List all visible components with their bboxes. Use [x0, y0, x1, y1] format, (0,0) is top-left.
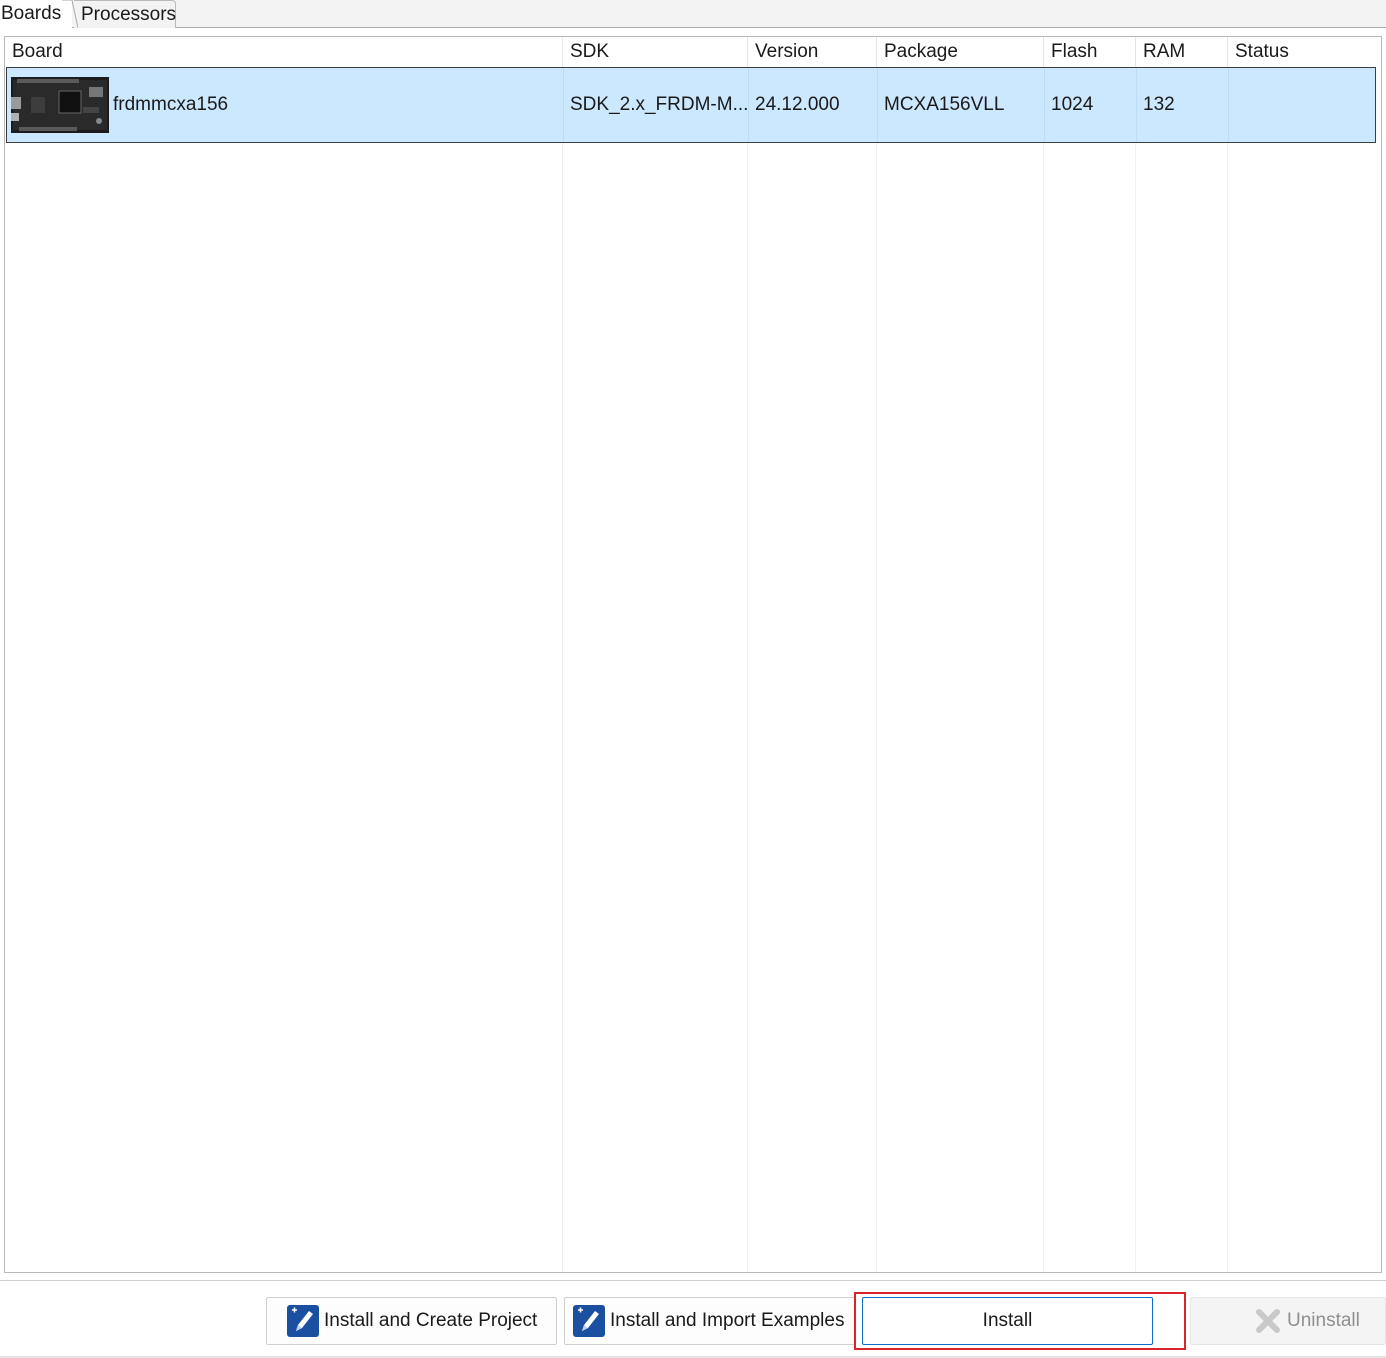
column-header-flash[interactable]: Flash: [1044, 37, 1136, 67]
column-header-ram[interactable]: RAM: [1136, 37, 1228, 67]
install-button[interactable]: Install: [862, 1297, 1153, 1345]
wizard-pen-icon: [573, 1305, 605, 1337]
cell-package: MCXA156VLL: [884, 94, 1005, 115]
uninstall-button[interactable]: Uninstall: [1190, 1297, 1386, 1345]
cell-board: frdmmcxa156: [113, 94, 229, 115]
board-photo-icon: [11, 77, 109, 133]
column-header-version[interactable]: Version: [748, 37, 877, 67]
column-divider: [876, 67, 877, 1272]
tab-divider: [62, 0, 78, 28]
install-and-create-project-button[interactable]: Install and Create Project: [266, 1297, 557, 1345]
column-header-package[interactable]: Package: [877, 37, 1044, 67]
install-and-import-examples-label: Install and Import Examples: [610, 1310, 845, 1331]
button-bar-divider: [0, 1280, 1386, 1281]
column-header-status[interactable]: Status: [1228, 37, 1376, 67]
column-divider: [747, 67, 748, 1272]
cell-sdk: SDK_2.x_FRDM-M...: [570, 94, 749, 115]
install-button-label: Install: [982, 1310, 1033, 1331]
cell-version: 24.12.000: [755, 94, 840, 115]
column-header-sdk[interactable]: SDK: [563, 37, 748, 67]
column-divider: [562, 67, 563, 1272]
column-header-board[interactable]: Board: [5, 37, 563, 67]
uninstall-button-label: Uninstall: [1287, 1310, 1360, 1331]
tab-processors-label: Processors: [81, 4, 177, 25]
column-divider: [1043, 67, 1044, 1272]
cell-status: [1229, 68, 1375, 142]
cell-flash: 1024: [1051, 94, 1094, 115]
close-x-icon: [1256, 1309, 1280, 1333]
install-and-import-examples-button[interactable]: Install and Import Examples: [564, 1297, 856, 1345]
table-row[interactable]: frdmmcxa156 SDK_2.x_FRDM-M... 24.12.000 …: [6, 67, 1376, 143]
cell-ram: 132: [1143, 94, 1175, 115]
column-divider: [1135, 67, 1136, 1272]
table-header: Board SDK Version Package Flash RAM Stat…: [5, 37, 1381, 67]
wizard-pen-icon: [287, 1305, 319, 1337]
tab-strip: Boards Processors: [0, 0, 1386, 29]
tab-processors[interactable]: Processors: [74, 0, 176, 28]
column-divider: [1227, 67, 1228, 1272]
boards-table[interactable]: Board SDK Version Package Flash RAM Stat…: [4, 36, 1382, 1273]
install-and-create-project-label: Install and Create Project: [324, 1310, 538, 1331]
tab-boards-label: Boards: [1, 3, 62, 24]
